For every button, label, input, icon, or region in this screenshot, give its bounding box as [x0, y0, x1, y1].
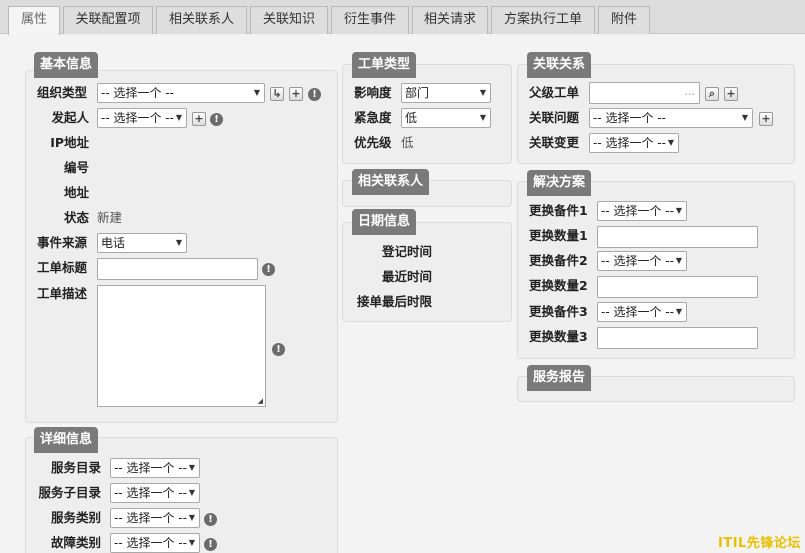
address-label: 地址	[63, 185, 89, 200]
part2-select[interactable]: -- 选择一个 -- ▼	[597, 251, 687, 271]
add-org-type-button[interactable]: +	[289, 87, 303, 101]
qty3-label: 更换数量3	[529, 329, 588, 344]
related-problem-label: 关联问题	[529, 110, 580, 125]
part2-label: 更换备件2	[529, 253, 588, 268]
chevron-down-icon: ▼	[188, 538, 195, 547]
fault-type-label: 故障类别	[50, 535, 101, 550]
chevron-down-icon: ▼	[188, 488, 195, 497]
detail-info-title: 详细信息	[34, 427, 99, 453]
impact-label: 影响度	[354, 85, 392, 100]
info-icon[interactable]: !	[308, 88, 321, 101]
tab-related-knowledge[interactable]: 关联知识	[250, 6, 328, 34]
related-problem-select[interactable]: -- 选择一个 -- ▼	[589, 108, 753, 128]
chevron-down-icon: ▼	[741, 113, 748, 122]
ticket-type-title: 工单类型	[352, 52, 417, 78]
chevron-down-icon: ▼	[675, 256, 682, 265]
register-time-label: 登记时间	[381, 244, 432, 259]
part3-label: 更换备件3	[529, 304, 588, 319]
chevron-down-icon: ▼	[479, 88, 486, 97]
urgency-select[interactable]: 低 ▼	[401, 108, 491, 128]
info-icon[interactable]: !	[204, 513, 217, 526]
service-type-select[interactable]: -- 选择一个 -- ▼	[110, 508, 200, 528]
tab-related-contacts[interactable]: 相关联系人	[156, 6, 247, 34]
ip-address-label: IP地址	[50, 135, 89, 150]
priority-label: 优先级	[354, 135, 392, 150]
source-select[interactable]: 电话 ▼	[97, 233, 187, 253]
ticket-desc-label: 工单描述	[37, 286, 88, 301]
part1-label: 更换备件1	[529, 203, 588, 218]
deadline-label: 接单最后时限	[356, 294, 432, 309]
service-catalog-label: 服务目录	[50, 460, 101, 475]
parent-ticket-label: 父级工单	[529, 85, 580, 100]
contacts-title: 相关联系人	[352, 169, 430, 195]
part3-select[interactable]: -- 选择一个 -- ▼	[597, 302, 687, 322]
service-report-title: 服务报告	[527, 365, 592, 391]
part1-select[interactable]: -- 选择一个 -- ▼	[597, 201, 687, 221]
relations-title: 关联关系	[527, 52, 592, 78]
urgency-label: 紧急度	[354, 110, 392, 125]
org-type-label: 组织类型	[37, 85, 88, 100]
tab-derived-events[interactable]: 衍生事件	[331, 6, 409, 34]
tab-bar: 属性 关联配置项 相关联系人 关联知识 衍生事件 相关请求 方案执行工单 附件	[0, 0, 805, 35]
qty2-input[interactable]	[597, 276, 758, 298]
initiator-select[interactable]: -- 选择一个 -- ▼	[97, 108, 187, 128]
chevron-down-icon: ▼	[188, 513, 195, 522]
qty3-input[interactable]	[597, 327, 758, 349]
chevron-down-icon: ▼	[675, 307, 682, 316]
service-catalog-select[interactable]: -- 选择一个 -- ▼	[110, 458, 200, 478]
source-label: 事件来源	[37, 235, 88, 250]
related-change-select[interactable]: -- 选择一个 -- ▼	[589, 133, 679, 153]
tab-attachments[interactable]: 附件	[598, 6, 650, 34]
info-icon[interactable]: !	[262, 263, 275, 276]
solution-title: 解决方案	[527, 170, 592, 196]
related-change-label: 关联变更	[529, 135, 580, 150]
qty1-label: 更换数量1	[529, 228, 588, 243]
watermark-text: ITIL先锋论坛	[718, 536, 801, 551]
resize-grip-icon[interactable]: ◢	[258, 397, 263, 405]
add-initiator-button[interactable]: +	[192, 112, 206, 126]
info-icon[interactable]: !	[210, 113, 223, 126]
basic-info-title: 基本信息	[34, 52, 99, 78]
chevron-down-icon: ▼	[253, 88, 260, 97]
ticket-title-label: 工单标题	[37, 260, 88, 275]
parent-ticket-input[interactable]: ...	[589, 82, 700, 104]
code-label: 编号	[63, 160, 89, 175]
chevron-down-icon: ▼	[479, 113, 486, 122]
add-problem-button[interactable]: +	[759, 112, 773, 126]
info-icon[interactable]: !	[204, 538, 217, 551]
info-icon[interactable]: !	[272, 343, 285, 356]
initiator-label: 发起人	[51, 110, 89, 125]
service-subcatalog-select[interactable]: -- 选择一个 -- ▼	[110, 483, 200, 503]
chevron-down-icon: ▼	[675, 206, 682, 215]
tab-related-requests[interactable]: 相关请求	[412, 6, 488, 34]
search-icon[interactable]: ⌕	[705, 87, 719, 101]
impact-select[interactable]: 部门 ▼	[401, 83, 491, 103]
org-type-select[interactable]: -- 选择一个 -- ▼	[97, 83, 265, 103]
tab-properties[interactable]: 属性	[8, 6, 60, 35]
ticket-desc-textarea[interactable]: ◢	[97, 285, 266, 407]
status-value: 新建	[97, 210, 123, 225]
fault-type-select[interactable]: -- 选择一个 -- ▼	[110, 533, 200, 553]
service-type-label: 服务类别	[50, 510, 101, 525]
recent-time-label: 最近时间	[381, 269, 432, 284]
tab-solution-work-orders[interactable]: 方案执行工单	[491, 6, 595, 34]
chevron-down-icon: ▼	[667, 138, 674, 147]
qty2-label: 更换数量2	[529, 278, 588, 293]
date-info-title: 日期信息	[352, 209, 417, 235]
status-label: 状态	[63, 210, 89, 225]
chevron-down-icon: ▼	[175, 238, 182, 247]
ticket-title-input[interactable]	[97, 258, 258, 280]
tab-related-config-items[interactable]: 关联配置项	[63, 6, 153, 34]
tree-icon[interactable]: ↳	[270, 87, 284, 101]
qty1-input[interactable]	[597, 226, 758, 248]
chevron-down-icon: ▼	[188, 463, 195, 472]
service-subcatalog-label: 服务子目录	[38, 485, 101, 500]
priority-value: 低	[401, 135, 414, 150]
add-parent-button[interactable]: +	[724, 87, 738, 101]
chevron-down-icon: ▼	[175, 113, 182, 122]
